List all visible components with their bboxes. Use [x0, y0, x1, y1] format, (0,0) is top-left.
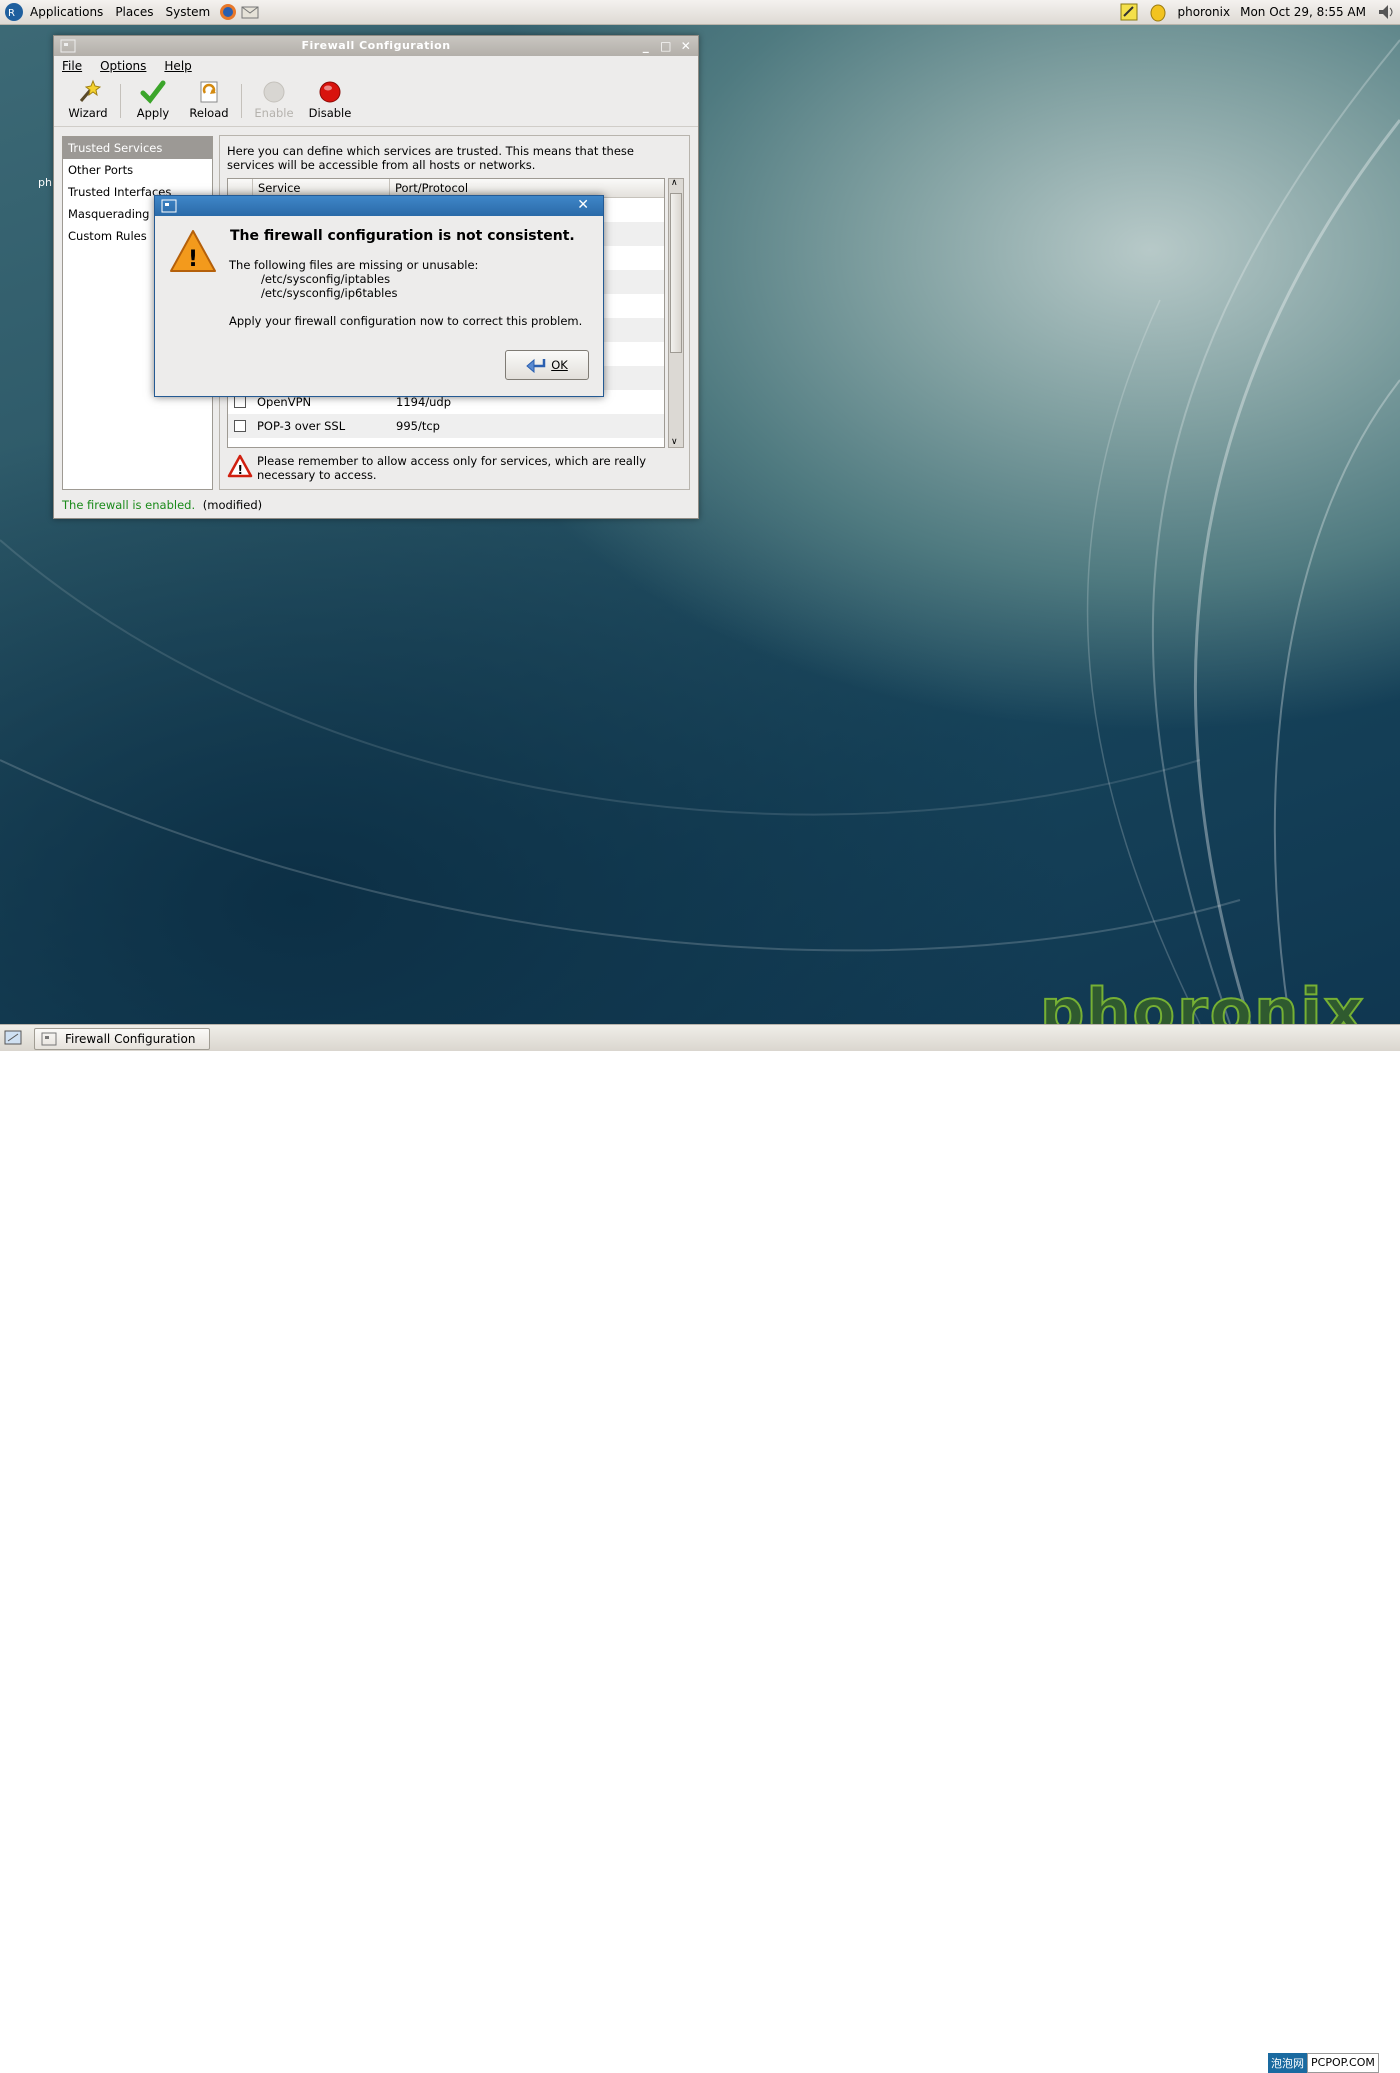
dialog-message: The following files are missing or unusa… [229, 258, 583, 328]
service-port: 1194/udp [396, 395, 452, 409]
reload-icon [200, 81, 218, 103]
dialog-close-button[interactable]: ✕ [577, 197, 589, 213]
dialog-heading: The firewall configuration is not consis… [230, 228, 575, 244]
sidebar-item-trusted-services[interactable]: Trusted Services [63, 137, 212, 159]
menu-system[interactable]: System [159, 0, 216, 24]
disable-red-circle-icon [319, 81, 341, 103]
firewall-status: The firewall is enabled. [62, 498, 196, 512]
svg-text:!: ! [238, 463, 243, 477]
statusbar: The firewall is enabled. (modified) [62, 498, 262, 512]
toolbar-separator [241, 84, 242, 118]
access-warning-note: ! Please remember to allow access only f… [227, 454, 682, 482]
panel-clock[interactable]: Mon Oct 29, 8:55 AM [1240, 5, 1366, 19]
table-scrollbar[interactable]: ∧ ∨ [668, 178, 684, 448]
services-description: Here you can define which services are t… [227, 144, 634, 172]
service-name: OpenVPN [257, 395, 312, 409]
service-checkbox[interactable] [234, 396, 246, 408]
service-port: 995/tcp [396, 419, 440, 433]
dialog-titlebar[interactable]: ✕ [155, 196, 603, 216]
missing-file-ip6tables: /etc/sysconfig/ip6tables [261, 286, 398, 300]
scroll-up-arrow-icon[interactable]: ∧ [671, 178, 678, 188]
missing-file-iptables: /etc/sysconfig/iptables [261, 272, 391, 286]
checkmark-icon [140, 80, 166, 104]
taskbar-item-firewall[interactable]: Firewall Configuration [34, 1028, 210, 1050]
apply-button[interactable]: Apply [125, 78, 181, 126]
bottom-panel: Firewall Configuration 泡泡网 PCPOP.COM [0, 1024, 1400, 2073]
return-arrow-icon [526, 358, 546, 373]
ok-button[interactable]: OK [505, 350, 589, 380]
close-window-button[interactable]: ✕ [678, 38, 694, 54]
menu-options[interactable]: Options [98, 59, 148, 73]
desktop-icon-label[interactable]: ph [38, 176, 52, 189]
update-notifier-icon[interactable] [1149, 2, 1167, 22]
wand-icon [79, 79, 101, 102]
maximize-button[interactable]: □ [658, 38, 674, 54]
firefox-launcher-icon[interactable] [218, 2, 238, 22]
minimize-button[interactable]: _ [638, 38, 654, 54]
menu-applications[interactable]: Applications [24, 0, 109, 24]
dialog-app-icon [161, 198, 177, 214]
wizard-button[interactable]: Wizard [60, 78, 116, 126]
inconsistent-config-dialog: ✕ ! The firewall configuration is not co… [154, 195, 604, 397]
table-row[interactable]: POP-3 over SSL 995/tcp [228, 414, 664, 438]
scroll-down-arrow-icon[interactable]: ∨ [671, 437, 678, 447]
volume-icon[interactable] [1376, 2, 1396, 22]
taskbar-app-icon [41, 1032, 57, 1046]
svg-text:R: R [8, 8, 15, 19]
menu-file[interactable]: File [60, 59, 84, 73]
disable-button[interactable]: Disable [302, 78, 358, 126]
menu-help[interactable]: Help [162, 59, 193, 73]
window-app-icon [60, 38, 76, 54]
scroll-thumb[interactable] [670, 193, 682, 353]
toolbar: Wizard Apply Reload Enable Disable [54, 76, 698, 127]
show-desktop-icon[interactable] [4, 1029, 22, 1047]
watermark-badges: 泡泡网 PCPOP.COM [1268, 2053, 1379, 2073]
warning-triangle-icon: ! [227, 454, 253, 478]
window-titlebar[interactable]: Firewall Configuration _ □ ✕ [54, 36, 698, 56]
panel-tray: phoronix Mon Oct 29, 8:55 AM [1109, 0, 1400, 24]
notes-icon[interactable] [1119, 2, 1139, 22]
menu-places[interactable]: Places [109, 0, 159, 24]
enable-circle-icon [263, 81, 285, 103]
sidebar-item-other-ports[interactable]: Other Ports [63, 159, 212, 181]
window-title: Firewall Configuration [301, 39, 451, 52]
toolbar-separator [120, 84, 121, 118]
warning-icon: ! [170, 230, 216, 272]
reload-button[interactable]: Reload [181, 78, 237, 126]
panel-username[interactable]: phoronix [1177, 5, 1230, 19]
top-panel: R Applications Places System phoronix Mo… [0, 0, 1400, 25]
main-menu-icon[interactable]: R [4, 2, 24, 22]
enable-button[interactable]: Enable [246, 78, 302, 126]
service-checkbox[interactable] [234, 420, 246, 432]
menubar: File Options Help [54, 56, 698, 76]
mail-launcher-icon[interactable] [240, 2, 260, 22]
service-name: POP-3 over SSL [257, 419, 346, 433]
modified-flag: (modified) [202, 498, 263, 512]
svg-text:!: ! [188, 247, 198, 272]
